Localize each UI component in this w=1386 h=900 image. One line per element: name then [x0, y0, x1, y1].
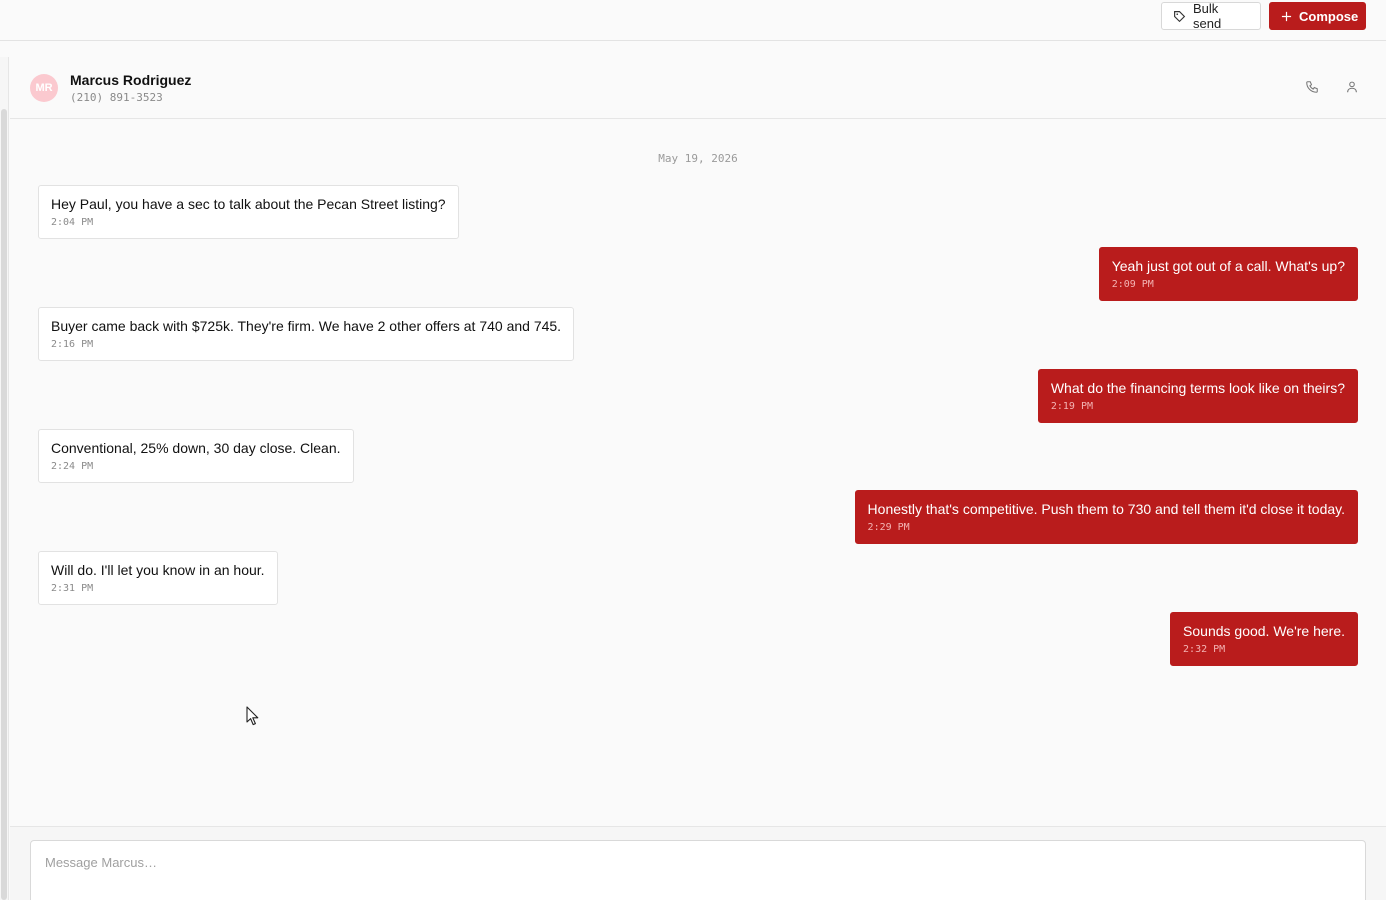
message-time: 2:16 PM [51, 339, 94, 350]
scrollbar-thumb[interactable] [1, 109, 7, 900]
message-bubble-outgoing: What do the financing terms look like on… [1037, 369, 1358, 423]
message-text: Hey Paul, you have a sec to talk about t… [51, 196, 446, 212]
conversation-header: MR Marcus Rodriguez (210) 891-3523 [10, 57, 1386, 119]
message-text: Conventional, 25% down, 30 day close. Cl… [51, 440, 341, 456]
sidebar-scrollbar[interactable] [0, 57, 9, 900]
plus-icon [1281, 11, 1292, 21]
message-text: Yeah just got out of a call. What's up? [1111, 258, 1345, 274]
message-input[interactable] [30, 840, 1366, 900]
message-text: Will do. I'll let you know in an hour. [51, 562, 265, 578]
compose-label: Compose [1299, 8, 1359, 24]
message-bubble-outgoing: Sounds good. We're here. 2:32 PM [1170, 612, 1358, 666]
avatar: MR [30, 74, 58, 102]
tag-icon [1174, 10, 1186, 22]
message-bubble-incoming: Will do. I'll let you know in an hour. 2… [38, 551, 278, 605]
message-text: Honestly that's competitive. Push them t… [867, 501, 1345, 517]
message-bubble-incoming: Buyer came back with $725k. They're firm… [38, 307, 575, 361]
phone-icon [1306, 81, 1318, 93]
message-text: Sounds good. We're here. [1183, 623, 1345, 639]
composer-area [10, 826, 1386, 900]
person-icon [1347, 81, 1357, 93]
contact-phone: (210) 891-3523 [70, 91, 163, 104]
top-toolbar: Bulk send Compose [0, 0, 1386, 41]
date-separator: May 19, 2026 [658, 152, 738, 165]
message-bubble-incoming: Conventional, 25% down, 30 day close. Cl… [38, 429, 354, 483]
message-bubble-outgoing: Honestly that's competitive. Push them t… [854, 490, 1358, 544]
message-time: 2:32 PM [1183, 644, 1226, 655]
contact-name: Marcus Rodriguez [70, 72, 192, 88]
contact-profile-button[interactable] [1345, 80, 1361, 96]
message-time: 2:31 PM [51, 583, 94, 594]
message-bubble-incoming: Hey Paul, you have a sec to talk about t… [38, 185, 459, 239]
message-text: What do the financing terms look like on… [1050, 380, 1345, 396]
message-text: Buyer came back with $725k. They're firm… [51, 318, 562, 334]
message-time: 2:24 PM [51, 461, 94, 472]
bulk-send-button[interactable]: Bulk send [1161, 1, 1261, 31]
message-thread: May 19, 2026 Hey Paul, you have a sec to… [10, 120, 1386, 826]
bulk-send-label: Bulk send [1193, 1, 1222, 31]
call-button[interactable] [1305, 80, 1321, 96]
message-time: 2:09 PM [1111, 279, 1154, 290]
message-bubble-outgoing: Yeah just got out of a call. What's up? … [1098, 247, 1358, 301]
message-time: 2:04 PM [51, 217, 94, 228]
message-time: 2:19 PM [1050, 401, 1093, 412]
compose-button[interactable]: Compose [1269, 2, 1366, 30]
message-time: 2:29 PM [867, 522, 910, 533]
